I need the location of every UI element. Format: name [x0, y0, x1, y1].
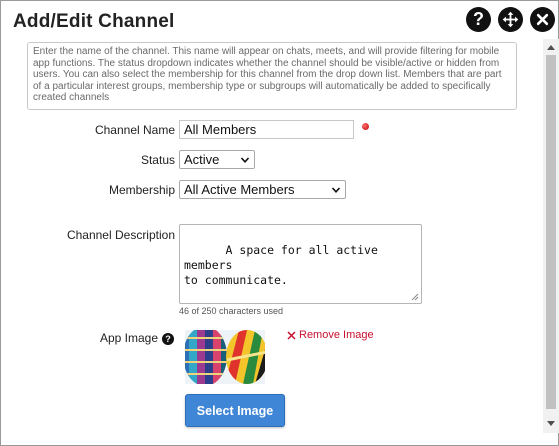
help-button[interactable]: ? — [466, 7, 491, 32]
dialog-title: Add/Edit Channel — [13, 11, 175, 32]
add-edit-channel-dialog: Add/Edit Channel ? Enter the name of the… — [0, 0, 559, 446]
membership-select[interactable]: All Active Members — [179, 180, 346, 199]
chevron-down-icon — [240, 156, 250, 163]
required-indicator-icon — [362, 123, 369, 130]
channel-description-textarea[interactable]: A space for all active members to commun… — [179, 224, 422, 304]
membership-select-value: All Active Members — [184, 182, 295, 197]
resize-grip-icon[interactable] — [411, 293, 419, 301]
membership-label: Membership — [108, 183, 175, 197]
app-image-label: App Image — [99, 331, 158, 345]
channel-name-label: Channel Name — [94, 123, 175, 137]
status-select-value: Active — [184, 152, 220, 167]
question-icon: ? — [473, 9, 484, 29]
move-arrows-icon — [502, 11, 519, 28]
chevron-down-icon — [331, 186, 341, 193]
close-icon — [536, 13, 549, 26]
scroll-thumb[interactable] — [546, 55, 556, 409]
caret-up-icon — [547, 45, 555, 50]
close-button[interactable] — [530, 7, 555, 32]
select-image-button[interactable]: Select Image — [185, 394, 285, 427]
channel-name-input[interactable]: All Members — [179, 120, 354, 139]
dialog-content: Enter the name of the channel. This name… — [2, 39, 543, 444]
scroll-down-button[interactable] — [543, 417, 559, 431]
hot-air-balloons-image — [185, 330, 265, 384]
status-select[interactable]: Active — [179, 150, 255, 169]
info-box: Enter the name of the channel. This name… — [27, 42, 517, 110]
move-button[interactable] — [498, 7, 523, 32]
scroll-up-button[interactable] — [543, 40, 559, 54]
close-x-icon — [287, 330, 296, 340]
remove-image-link[interactable]: Remove Image — [287, 329, 374, 341]
caret-down-icon — [547, 421, 555, 426]
app-image-help-icon[interactable]: ? — [162, 333, 174, 345]
status-label: Status — [140, 153, 175, 167]
app-image-preview — [185, 330, 265, 384]
channel-description-text: A space for all active members to commun… — [184, 243, 378, 287]
character-counter: 46 of 250 characters used — [179, 306, 284, 316]
remove-image-label: Remove Image — [299, 329, 374, 341]
channel-description-label: Channel Description — [66, 228, 175, 242]
vertical-scrollbar[interactable] — [543, 39, 559, 433]
